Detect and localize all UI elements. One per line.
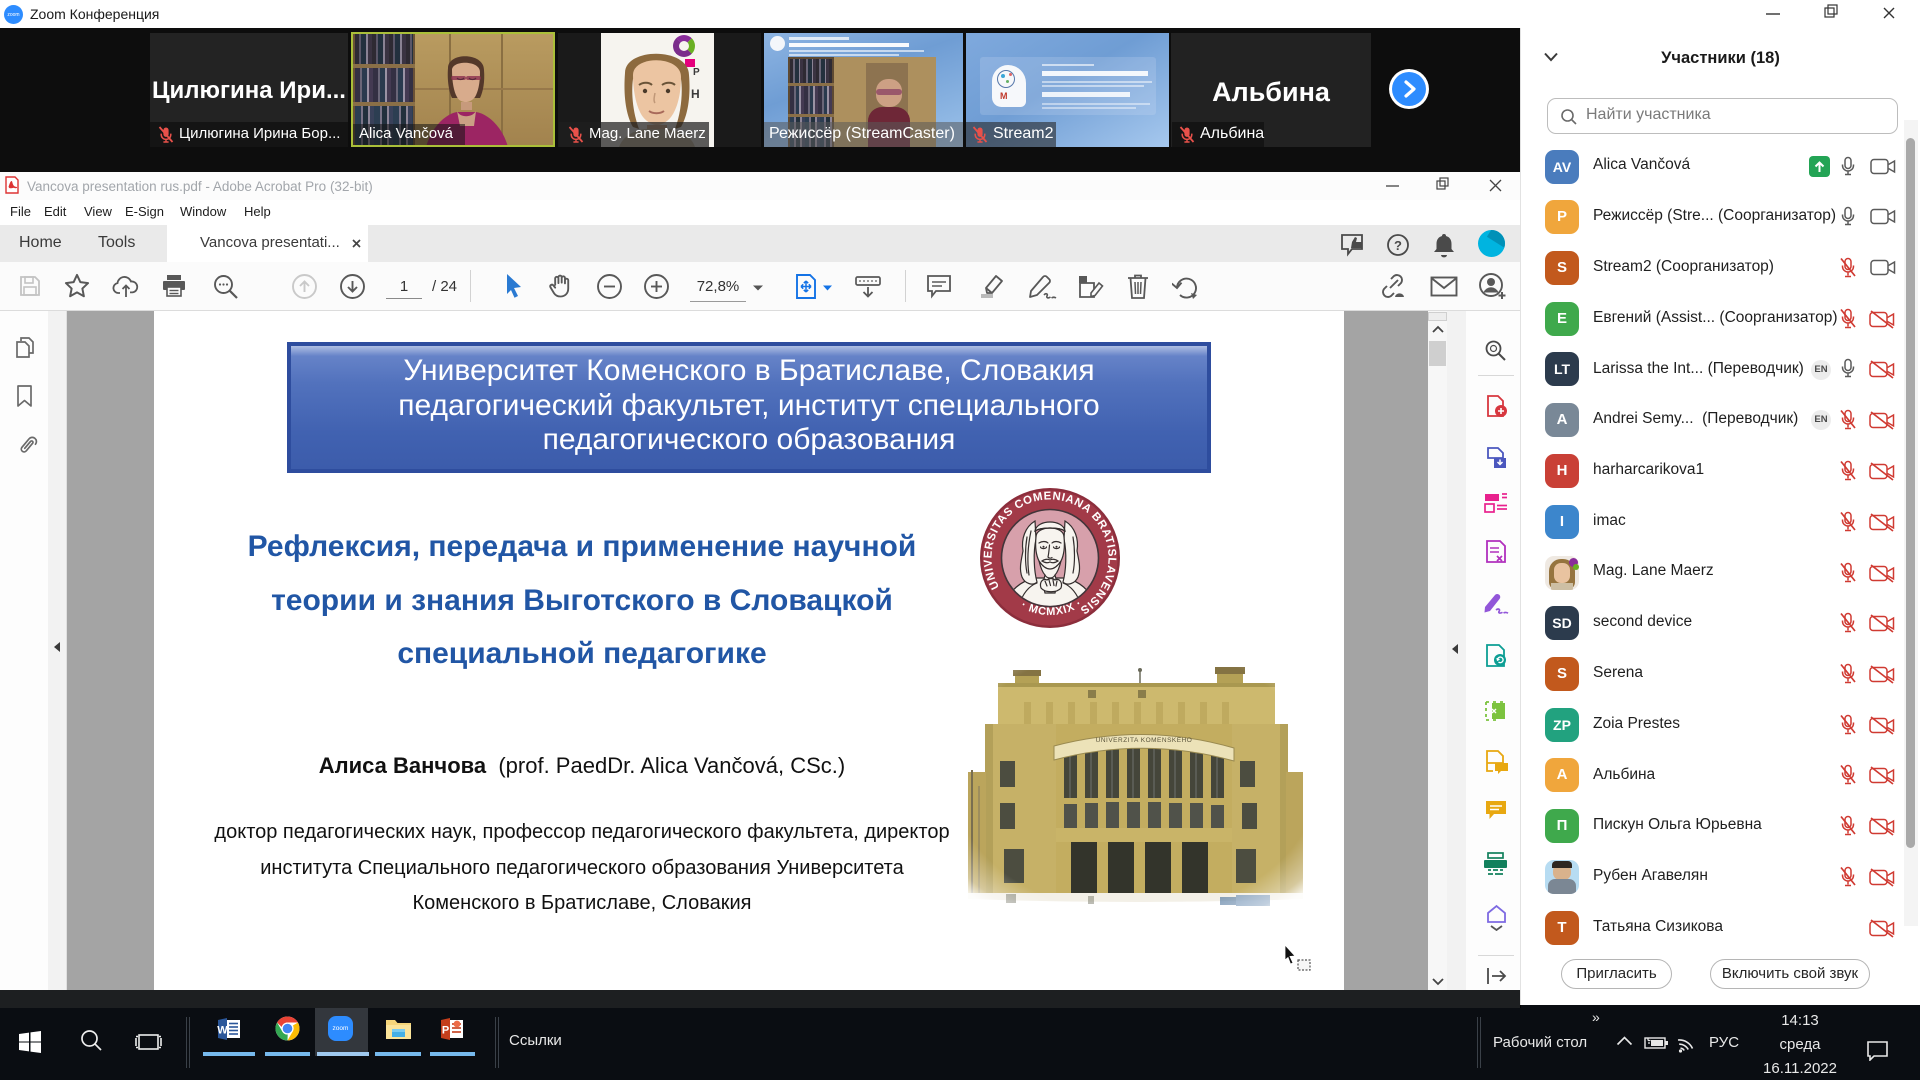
svg-text:?: ? xyxy=(1394,238,1402,253)
svg-text:P: P xyxy=(442,1025,449,1037)
svg-text:W: W xyxy=(217,1025,228,1037)
